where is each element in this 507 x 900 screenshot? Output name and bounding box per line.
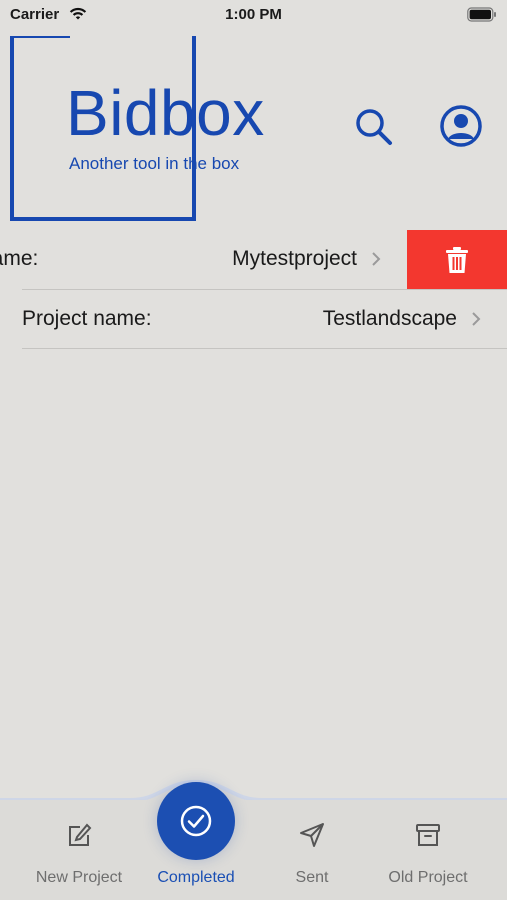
status-bar: Carrier 1:00 PM (0, 0, 507, 30)
row-divider (22, 348, 507, 349)
trash-icon (446, 246, 468, 273)
user-icon (440, 105, 482, 147)
tab-sent[interactable]: Sent (262, 816, 362, 896)
tab-label: Sent (295, 869, 329, 886)
send-icon (300, 823, 324, 847)
tab-label: Old Project (388, 869, 468, 886)
tab-old-project[interactable]: Old Project (378, 816, 478, 896)
chevron-right-icon (472, 312, 481, 326)
chevron-right-icon (372, 252, 381, 266)
edit-icon (69, 823, 92, 846)
tab-label: Completed (157, 869, 235, 886)
tab-new-project[interactable]: New Project (29, 816, 129, 896)
logo-title: Bidbox (66, 77, 265, 149)
project-name-label: name: (0, 247, 39, 270)
project-row[interactable]: Project name: Testlandscape (0, 290, 507, 348)
app-header: Bidbox Another tool in the box (0, 36, 507, 226)
project-name-value: Testlandscape (322, 307, 457, 330)
status-time: 1:00 PM (225, 6, 282, 23)
tab-completed[interactable]: Completed (146, 816, 246, 896)
logo-tagline: Another tool in the box (69, 154, 240, 173)
archive-icon (416, 824, 440, 846)
delete-button[interactable] (407, 230, 507, 289)
profile-button[interactable] (439, 104, 483, 148)
battery-icon (467, 7, 496, 22)
tab-label: New Project (35, 869, 123, 886)
project-name-label: Project name: (22, 307, 152, 330)
project-name-value: Mytestproject (232, 247, 357, 270)
search-icon (356, 109, 392, 145)
search-button[interactable] (351, 104, 395, 148)
